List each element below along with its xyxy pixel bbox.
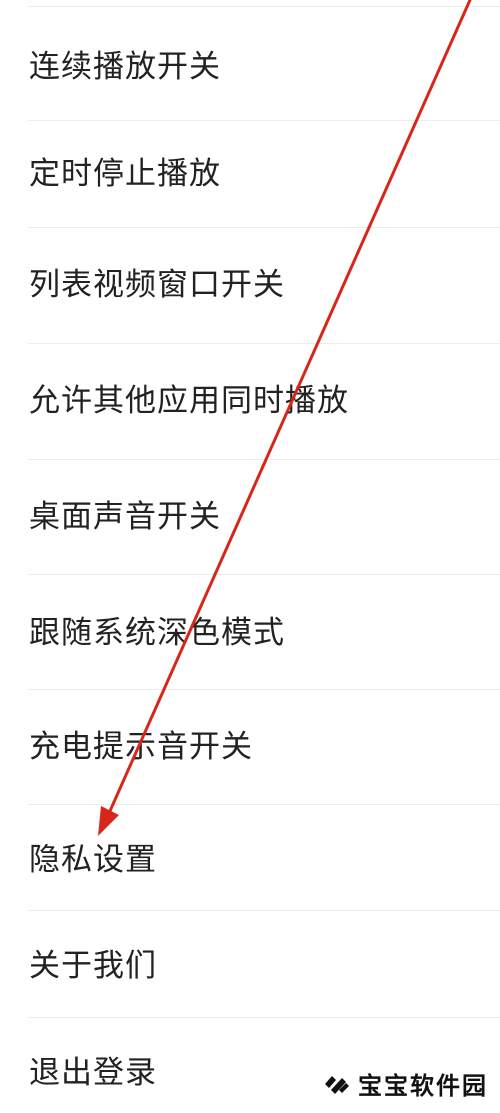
settings-item-label: 跟随系统深色模式 [29,615,285,651]
settings-item-timer-stop[interactable]: 定时停止播放 [0,121,500,227]
settings-item-desktop-sound[interactable]: 桌面声音开关 [0,460,500,574]
settings-item-privacy[interactable]: 隐私设置 [0,805,500,910]
settings-item-label: 充电提示音开关 [29,729,253,765]
settings-item-about-us[interactable]: 关于我们 [0,911,500,1017]
settings-item-label: 退出登录 [29,1055,157,1091]
settings-item-list-video-window[interactable]: 列表视频窗口开关 [0,228,500,343]
settings-item-label: 连续播放开关 [29,49,221,85]
watermark: 宝宝软件园 [322,1066,488,1101]
settings-item-label: 隐私设置 [29,842,157,878]
settings-item-label: 桌面声音开关 [29,499,221,535]
settings-item-continuous-play[interactable]: 连续播放开关 [0,7,500,120]
settings-list: 连续播放开关 定时停止播放 列表视频窗口开关 允许其他应用同时播放 桌面声音开关… [0,0,500,1113]
settings-item-follow-dark-mode[interactable]: 跟随系统深色模式 [0,575,500,689]
settings-item-allow-other-apps[interactable]: 允许其他应用同时播放 [0,344,500,459]
settings-item-label: 列表视频窗口开关 [29,267,285,303]
settings-item-label: 允许其他应用同时播放 [29,383,349,419]
settings-item-label: 定时停止播放 [29,156,221,192]
watermark-text: 宝宝软件园 [358,1072,488,1100]
diamond-logo-icon [325,1075,349,1094]
settings-item-label: 关于我们 [29,948,157,984]
settings-item-charging-sound[interactable]: 充电提示音开关 [0,690,500,804]
